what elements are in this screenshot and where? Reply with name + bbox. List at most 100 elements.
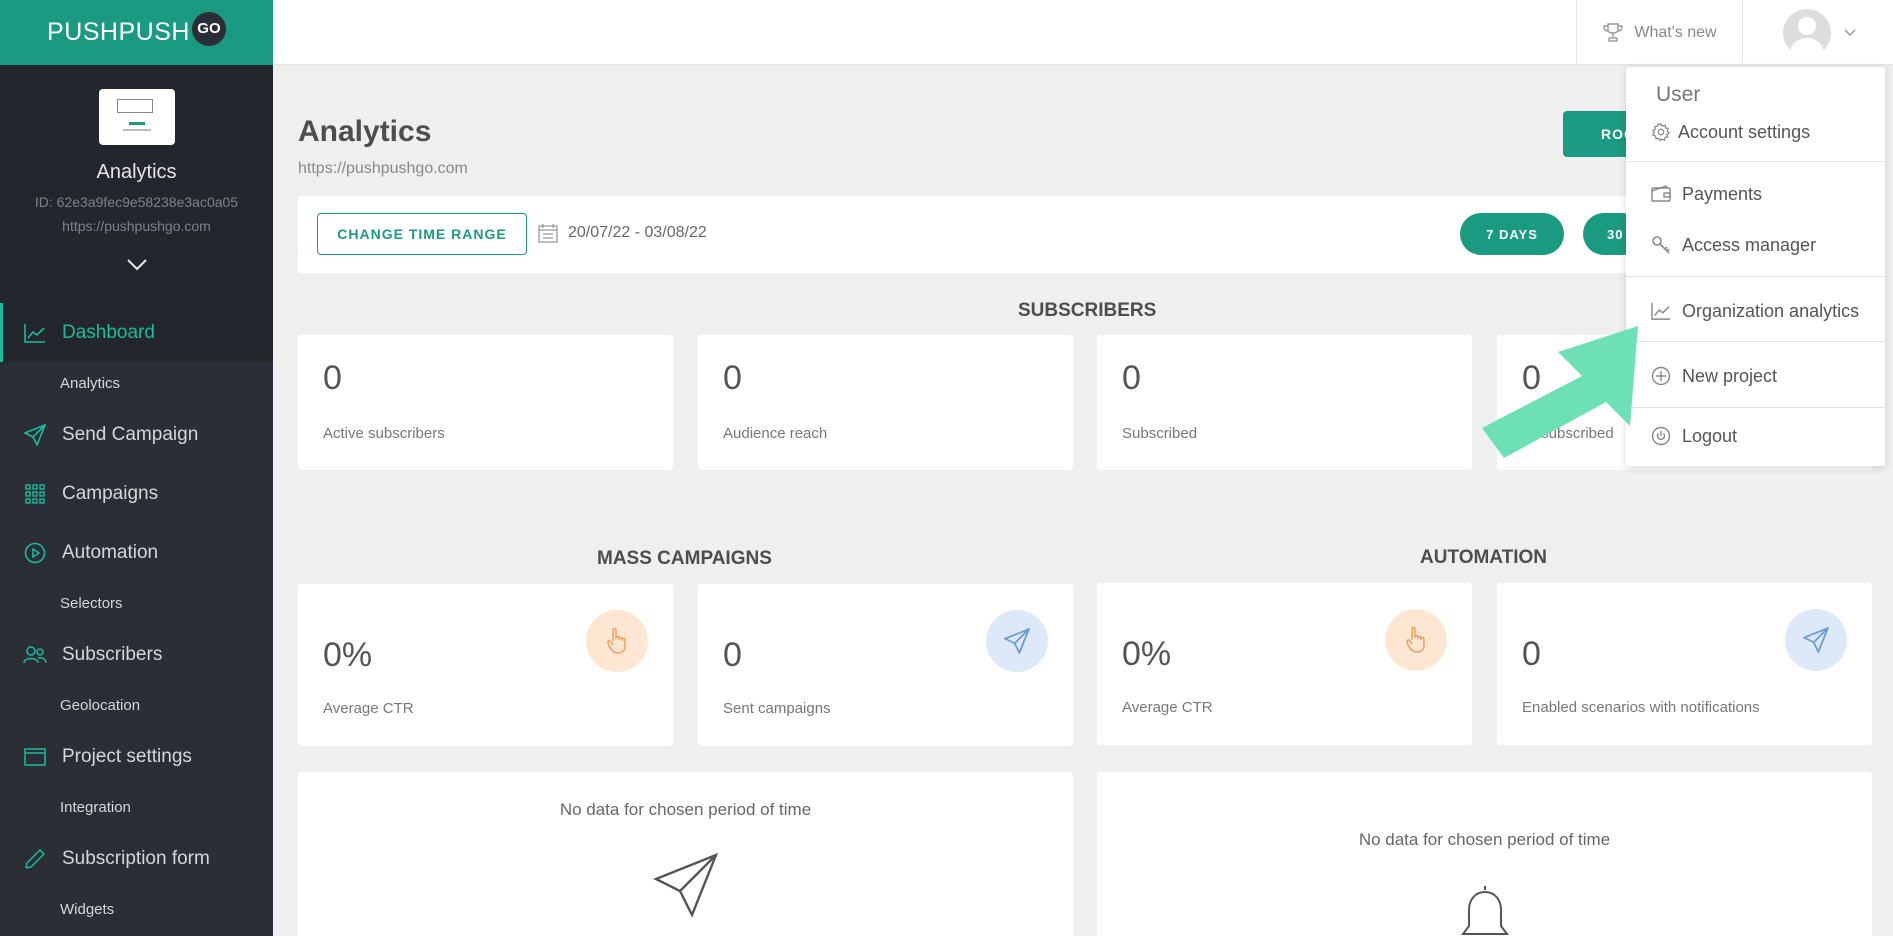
menu-item-account-settings[interactable]: Account settings xyxy=(1626,115,1885,149)
project-name: Analytics xyxy=(96,161,177,183)
chevron-down-icon[interactable] xyxy=(0,258,273,277)
divider xyxy=(1626,161,1885,162)
menu-item-organization-analytics[interactable]: Organization analytics xyxy=(1626,294,1885,328)
whats-new-label: What's new xyxy=(1634,23,1717,41)
stat-value: 0 xyxy=(323,359,342,397)
hand-pointer-icon xyxy=(586,610,648,672)
automation-chart-panel: No data for chosen period of time xyxy=(1097,772,1872,936)
mass-campaigns-chart-panel: No data for chosen period of time xyxy=(298,772,1073,936)
sidebar-item-project-settings[interactable]: Project settings xyxy=(0,727,273,786)
page-title: Analytics xyxy=(298,115,432,148)
sidebar-nav: Dashboard Analytics Send Campaign Campai… xyxy=(0,303,273,931)
menu-item-payments[interactable]: Payments xyxy=(1626,177,1885,211)
stat-label: Average CTR xyxy=(323,700,414,717)
sidebar-item-label: Campaigns xyxy=(62,482,159,504)
stat-value: 0 xyxy=(1122,359,1141,397)
date-range[interactable]: 20/07/22 - 03/08/22 xyxy=(538,223,707,243)
sidebar-subitem-widgets[interactable]: Widgets xyxy=(0,888,273,931)
chart-icon xyxy=(22,322,48,344)
plus-circle-icon xyxy=(1650,365,1672,387)
sidebar-subitem-selectors[interactable]: Selectors xyxy=(0,582,273,625)
stat-label: Audience reach xyxy=(723,425,828,442)
stat-card-enabled-scenarios: 0 Enabled scenarios with notifications xyxy=(1497,583,1872,745)
no-data-message: No data for chosen period of time xyxy=(559,800,812,819)
stat-label: Active subscribers xyxy=(323,425,445,442)
gear-icon xyxy=(1650,121,1672,143)
pencil-icon xyxy=(22,848,48,870)
send-icon xyxy=(986,610,1048,672)
send-icon xyxy=(22,423,48,446)
sidebar-item-dashboard[interactable]: Dashboard xyxy=(0,303,273,362)
calendar-icon xyxy=(538,224,558,243)
sidebar-item-automation[interactable]: Automation xyxy=(0,523,273,582)
sidebar-item-label: Send Campaign xyxy=(62,423,199,445)
sidebar-item-label: Project settings xyxy=(62,745,192,767)
whats-new-button[interactable]: What's new xyxy=(1576,0,1743,65)
sidebar-subitem-integration[interactable]: Integration xyxy=(0,786,273,829)
logo-badge: GO xyxy=(191,11,226,46)
sidebar-item-label: Dashboard xyxy=(62,321,155,343)
sidebar: PUSHPUSH GO Analytics ID: 62e3a9fec9e582… xyxy=(0,0,273,936)
menu-item-access-manager[interactable]: Access manager xyxy=(1626,228,1885,262)
divider xyxy=(1626,276,1885,277)
users-icon xyxy=(22,644,48,666)
mass-campaigns-section-title: MASS CAMPAIGNS xyxy=(597,548,772,569)
sidebar-item-send-campaign[interactable]: Send Campaign xyxy=(0,405,273,464)
no-data-message: No data for chosen period of time xyxy=(1358,830,1611,849)
range-7-days-button[interactable]: 7 DAYS xyxy=(1460,213,1564,255)
divider xyxy=(1626,341,1885,342)
bell-icon xyxy=(1455,882,1515,936)
sidebar-subitem-geolocation[interactable]: Geolocation xyxy=(0,684,273,727)
trophy-icon xyxy=(1603,22,1624,42)
date-range-text: 20/07/22 - 03/08/22 xyxy=(568,224,707,241)
wallet-icon xyxy=(1650,183,1672,205)
project-url: https://pushpushgo.com xyxy=(62,218,211,234)
send-icon xyxy=(1785,609,1847,671)
dropdown-title: User xyxy=(1656,83,1701,106)
send-icon xyxy=(653,852,719,923)
window-icon xyxy=(22,746,48,768)
sidebar-item-label: Subscription form xyxy=(62,847,210,869)
menu-item-label: Account settings xyxy=(1678,121,1811,142)
chart-icon xyxy=(1650,300,1672,322)
stat-label: Subscribed xyxy=(1122,425,1198,442)
hand-pointer-icon xyxy=(1385,609,1447,671)
stat-card-subscribed: 0 Subscribed xyxy=(1097,335,1472,470)
project-switcher[interactable]: Analytics ID: 62e3a9fec9e58238e3ac0a05 h… xyxy=(0,65,273,303)
user-menu-toggle[interactable] xyxy=(1765,0,1875,65)
menu-item-new-project[interactable]: New project xyxy=(1626,359,1885,393)
stat-value: 0 xyxy=(1522,635,1541,673)
chevron-down-icon xyxy=(1844,28,1856,36)
sidebar-item-label: Automation xyxy=(62,541,159,563)
power-icon xyxy=(1650,425,1672,447)
menu-item-label: Logout xyxy=(1682,425,1738,446)
grid-icon xyxy=(22,483,48,505)
stat-card-mass-ctr: 0% Average CTR xyxy=(298,584,673,746)
annotation-arrow xyxy=(1478,322,1648,467)
stat-label: Average CTR xyxy=(1122,699,1213,716)
sidebar-item-label: Subscribers xyxy=(62,643,163,665)
menu-item-label: Organization analytics xyxy=(1682,300,1860,321)
menu-item-logout[interactable]: Logout xyxy=(1626,419,1885,453)
menu-item-label: Payments xyxy=(1682,183,1763,204)
change-time-range-button[interactable]: CHANGE TIME RANGE xyxy=(317,213,527,255)
subscribers-section-title: SUBSCRIBERS xyxy=(1018,300,1157,321)
menu-item-label: New project xyxy=(1682,365,1778,386)
stat-label: Enabled scenarios with notifications xyxy=(1522,699,1760,716)
stat-value: 0 xyxy=(723,359,742,397)
stat-card-audience-reach: 0 Audience reach xyxy=(698,335,1073,470)
user-dropdown-menu: User Account settings Payments Access ma… xyxy=(1626,67,1885,466)
sidebar-item-subscribers[interactable]: Subscribers xyxy=(0,625,273,684)
sidebar-item-subscription-form[interactable]: Subscription form xyxy=(0,829,273,888)
stat-value: 0% xyxy=(1122,635,1172,673)
project-id: ID: 62e3a9fec9e58238e3ac0a05 xyxy=(34,194,239,210)
logo[interactable]: PUSHPUSH GO xyxy=(0,0,273,65)
stat-value: 0 xyxy=(723,636,742,674)
topbar: What's new xyxy=(273,0,1893,65)
stat-card-sent-campaigns: 0 Sent campaigns xyxy=(698,584,1073,746)
automation-section-title: AUTOMATION xyxy=(1420,547,1548,568)
key-icon xyxy=(1650,234,1672,256)
stat-label: Sent campaigns xyxy=(723,700,831,717)
sidebar-subitem-analytics[interactable]: Analytics xyxy=(0,362,273,405)
sidebar-item-campaigns[interactable]: Campaigns xyxy=(0,464,273,523)
